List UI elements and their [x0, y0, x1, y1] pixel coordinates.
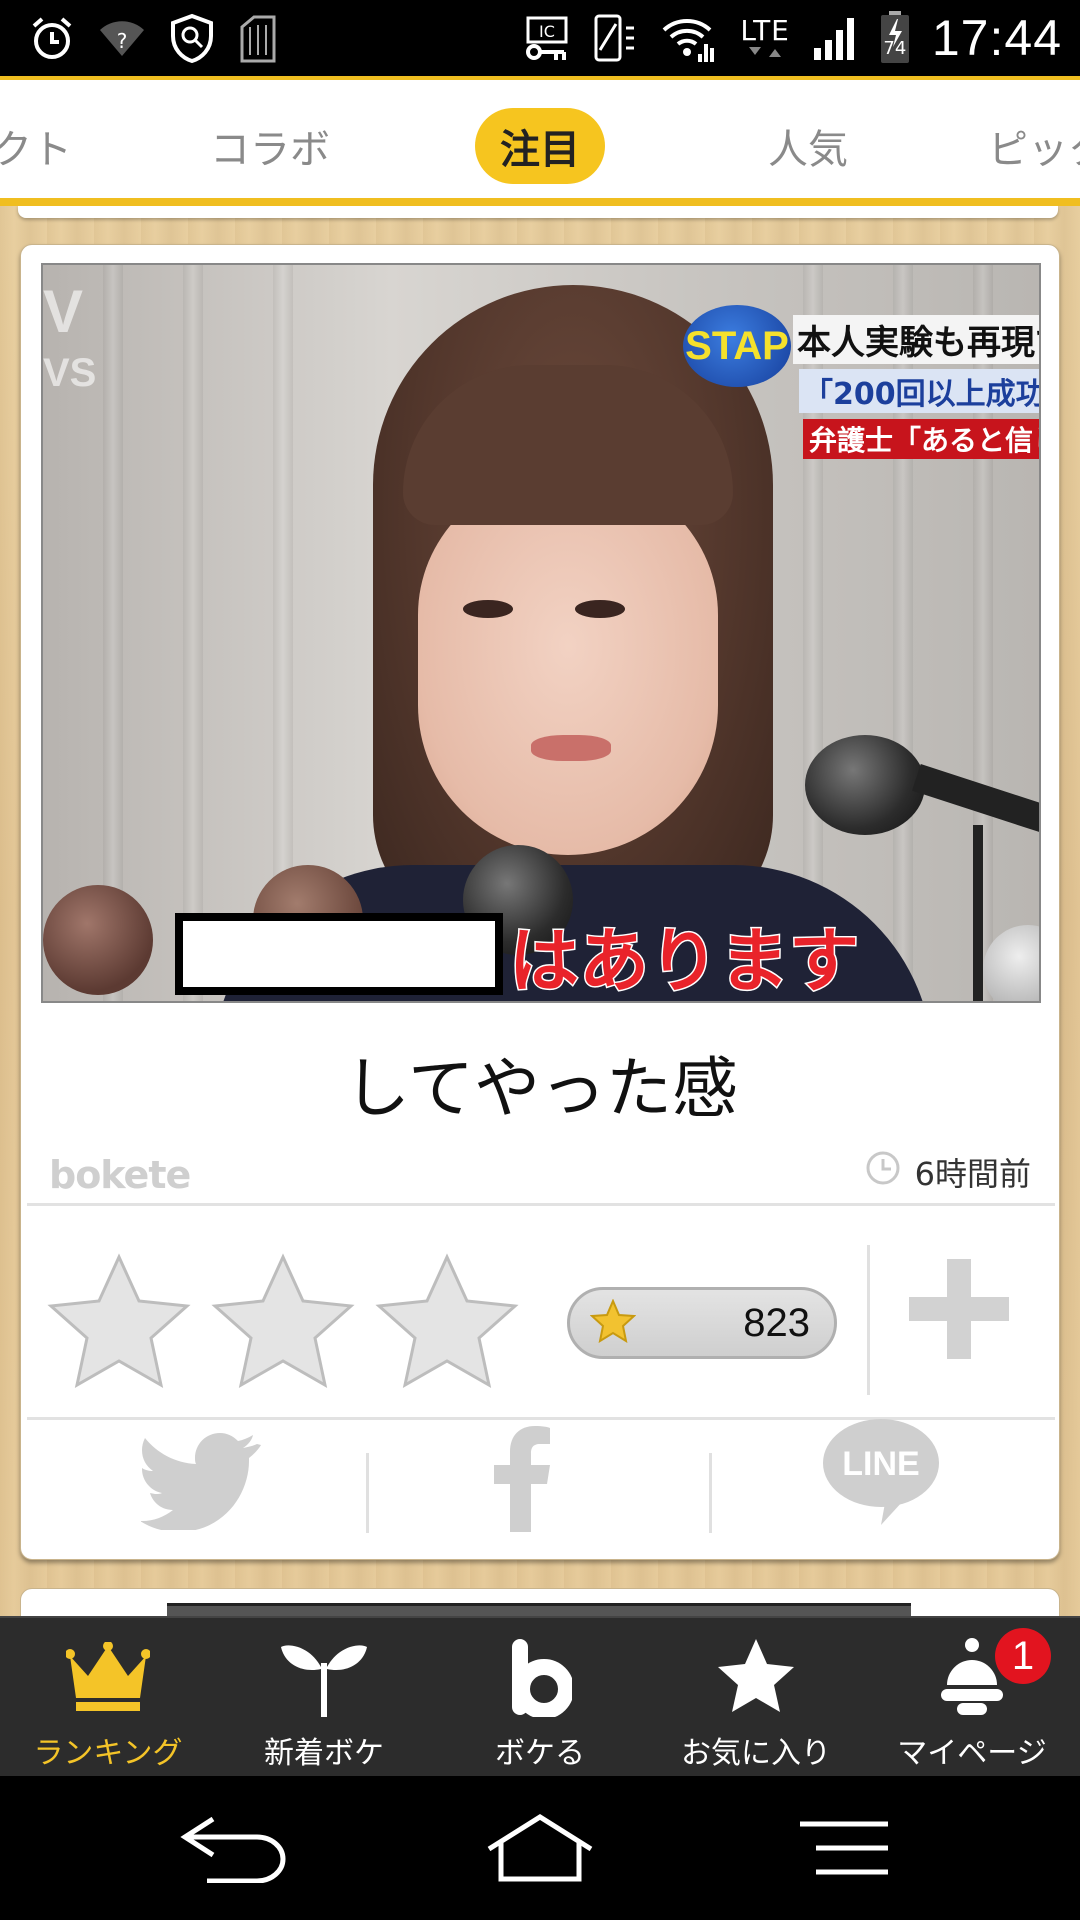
- facebook-share-button[interactable]: [481, 1425, 561, 1537]
- lte-indicator: LTE: [740, 17, 790, 59]
- category-tab-bar: クト コラボ 注目 人気 ピック: [0, 76, 1080, 206]
- sprout-icon: [279, 1636, 369, 1718]
- nav-new-bokete-label: 新着ボケ: [264, 1736, 384, 1771]
- news-caption-line1: 本人実験も再現でき: [793, 315, 1039, 364]
- system-navigation-bar: [0, 1776, 1080, 1920]
- news-caption-line2: 「200回以上成功」の/: [799, 369, 1039, 413]
- menu-button[interactable]: [784, 1810, 904, 1890]
- sim-icon: [238, 13, 278, 63]
- feed[interactable]: VVS STAP 本人実験も再現でき 「200回以上成功」の/ 弁護士「あると信…: [0, 206, 1080, 1616]
- tab-pick[interactable]: ピック: [988, 108, 1080, 184]
- nav-ranking-label: ランキング: [33, 1736, 183, 1771]
- caption-blank-box: [175, 913, 503, 995]
- tab-popular[interactable]: 人気: [768, 108, 848, 184]
- previous-card-edge: [18, 206, 1058, 218]
- news-caption-line3: 弁護士「あると信じてい: [803, 419, 1039, 459]
- back-button[interactable]: [174, 1810, 294, 1890]
- bottom-navigation: ランキング 新着ボケ ボケる お気に入り 1 マイページ: [0, 1616, 1080, 1776]
- add-button[interactable]: [909, 1259, 1009, 1359]
- rotate-lock-icon: [592, 12, 638, 64]
- rate-star-3-button[interactable]: [373, 1251, 521, 1391]
- line-label: LINE: [842, 1445, 920, 1483]
- meme-caption-text: はあります: [508, 919, 861, 1002]
- nav-mypage[interactable]: 1 マイページ: [864, 1618, 1080, 1778]
- person-face: [418, 475, 718, 855]
- twitter-icon: [140, 1430, 261, 1534]
- time-ago: 6時間前: [914, 1155, 1031, 1193]
- alarm-icon: [28, 14, 76, 62]
- star-icon: [714, 1636, 798, 1718]
- twitter-share-button[interactable]: [131, 1427, 271, 1537]
- svg-text:IC: IC: [539, 22, 555, 41]
- bokete-watermark: bokete: [49, 1153, 191, 1197]
- tab-select[interactable]: クト: [0, 108, 72, 184]
- post-image[interactable]: VVS STAP 本人実験も再現でき 「200回以上成功」の/ 弁護士「あると信…: [41, 263, 1041, 1003]
- wifi-icon: [660, 14, 718, 62]
- divider: [867, 1245, 870, 1395]
- tab-featured[interactable]: 注目: [475, 108, 605, 184]
- score-badge: 823: [567, 1287, 837, 1359]
- facebook-icon: [491, 1426, 551, 1536]
- crown-icon: [66, 1636, 150, 1718]
- battery-charging-icon: 74: [880, 11, 910, 65]
- battery-level: 74: [883, 38, 907, 59]
- tv-logo: V VS: [43, 278, 97, 396]
- nav-ranking[interactable]: ランキング: [0, 1618, 216, 1778]
- nav-favorites[interactable]: お気に入り: [648, 1618, 864, 1778]
- divider: [709, 1453, 712, 1533]
- menu-icon: [794, 1818, 894, 1882]
- bokete-b-icon: [508, 1636, 572, 1718]
- home-icon: [485, 1813, 595, 1887]
- wifi-unknown-icon: ?: [98, 18, 146, 58]
- microphone: [805, 735, 925, 835]
- post-timestamp: 6時間前: [865, 1149, 1031, 1195]
- person-mouth: [531, 735, 611, 761]
- divider: [366, 1453, 369, 1533]
- status-bar: ? IC LTE 74 17:44: [0, 0, 1080, 76]
- score-value: 823: [743, 1300, 810, 1345]
- signal-icon: [812, 14, 858, 62]
- profile-icon: 1: [937, 1628, 1051, 1718]
- svg-text:?: ?: [117, 29, 128, 53]
- rate-star-1-button[interactable]: [45, 1251, 193, 1391]
- line-share-button[interactable]: LINE: [821, 1417, 941, 1527]
- nfc-icon: IC: [522, 14, 570, 62]
- nav-favorites-label: お気に入り: [681, 1736, 831, 1771]
- nav-new-bokete[interactable]: 新着ボケ: [216, 1618, 432, 1778]
- microphone: [43, 885, 153, 995]
- post-caption: してやった感: [343, 1050, 739, 1127]
- rating-row: 823: [21, 1225, 1061, 1388]
- nav-bokeru[interactable]: ボケる: [432, 1618, 648, 1778]
- person-eye: [463, 600, 513, 618]
- clock: 17:44: [931, 10, 1062, 66]
- back-icon: [179, 1813, 289, 1887]
- nav-bokeru-label: ボケる: [495, 1736, 585, 1771]
- person-eye: [575, 600, 625, 618]
- next-post-card[interactable]: [20, 1588, 1060, 1616]
- score-star-icon: [589, 1298, 637, 1347]
- nav-mypage-label: マイページ: [897, 1736, 1047, 1771]
- tab-collab[interactable]: コラボ: [210, 108, 330, 184]
- post-card: VVS STAP 本人実験も再現でき 「200回以上成功」の/ 弁護士「あると信…: [20, 244, 1060, 1560]
- shield-search-icon: [168, 13, 216, 63]
- notification-badge: 1: [995, 1628, 1051, 1684]
- clock-icon: [865, 1150, 901, 1194]
- rate-star-2-button[interactable]: [209, 1251, 357, 1391]
- news-caption-banner: STAP 本人実験も再現でき 「200回以上成功」の/ 弁護士「あると信じてい: [683, 277, 1039, 459]
- stap-badge: STAP: [683, 305, 791, 387]
- home-button[interactable]: [480, 1810, 600, 1890]
- divider: [27, 1203, 1055, 1206]
